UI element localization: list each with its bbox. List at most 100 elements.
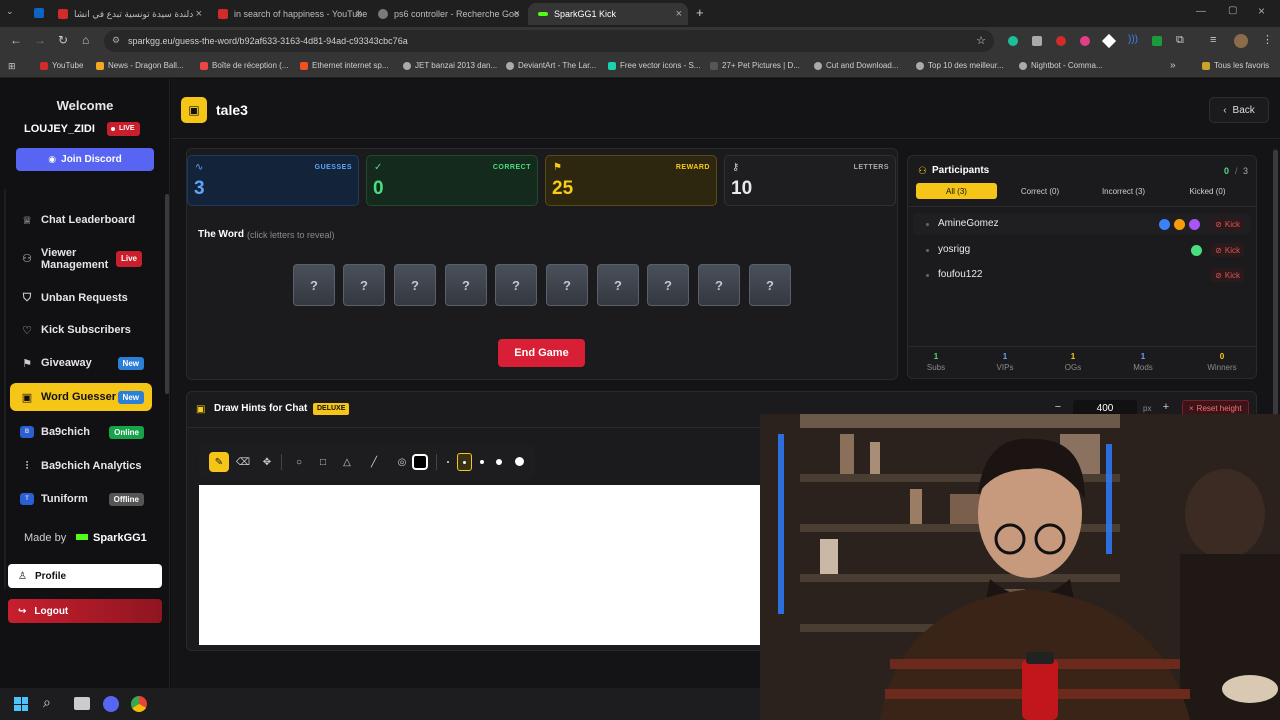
sidebar-item-ba9chich-analytics[interactable]: ⫶ Ba9chich Analytics (10, 452, 152, 480)
extension-icon[interactable] (1056, 36, 1066, 46)
letter-box[interactable]: ? (293, 264, 335, 306)
reload-icon[interactable]: ↻ (58, 33, 68, 47)
letter-box[interactable]: ? (343, 264, 385, 306)
tab-4-active[interactable]: SparkGG1 Kick × (528, 3, 688, 25)
palette-icon[interactable]: ◎ (392, 452, 412, 472)
bookmark-item[interactable]: News - Dragon Ball... (96, 61, 184, 70)
brush-size-lg[interactable] (496, 459, 502, 465)
bookmark-item[interactable]: 27+ Pet Pictures | D... (710, 61, 800, 70)
pencil-tool-icon[interactable]: ✎ (209, 452, 229, 472)
logout-button[interactable]: ↪ Logout (8, 599, 162, 623)
kick-button[interactable]: ⊘ Kick (1211, 217, 1244, 231)
color-swatch[interactable] (412, 454, 428, 470)
participant-row[interactable]: foufou122 ⊘ Kick (913, 264, 1250, 286)
letter-box[interactable]: ? (495, 264, 537, 306)
discord-taskbar-icon[interactable] (103, 696, 119, 712)
site-info-icon[interactable]: ⚙ (112, 35, 120, 46)
sidebar-item-ba9chich[interactable]: B Ba9chich Online (10, 418, 152, 446)
kick-button[interactable]: ⊘ Kick (1211, 268, 1244, 282)
new-tab-icon[interactable]: + (696, 5, 704, 20)
letter-box[interactable]: ? (445, 264, 487, 306)
brush-size-md[interactable] (480, 460, 484, 464)
profile-button[interactable]: ♙ Profile (8, 564, 162, 588)
close-tab-icon[interactable]: × (514, 8, 520, 20)
kick-button[interactable]: ⊘ Kick (1211, 243, 1244, 257)
search-icon[interactable]: ⌕ (43, 694, 51, 711)
brush-size-xs[interactable] (447, 461, 449, 463)
tab-incorrect[interactable]: Incorrect (3) (1083, 183, 1164, 199)
tab-kicked[interactable]: Kicked (0) (1167, 183, 1248, 199)
minimize-icon[interactable]: — (1196, 6, 1206, 17)
triangle-tool-icon[interactable]: △ (337, 452, 357, 472)
more-bookmarks-icon[interactable]: » (1170, 60, 1176, 71)
bookmark-item[interactable]: Ethernet internet sp... (300, 61, 389, 70)
participant-row[interactable]: AmineGomez ⊘ Kick (913, 213, 1250, 235)
extension-icon[interactable] (1008, 36, 1018, 46)
windows-start-icon[interactable] (14, 697, 28, 711)
letter-box[interactable]: ? (749, 264, 791, 306)
bookmark-item[interactable]: Boîte de réception (... (200, 61, 289, 70)
brush-size-xl[interactable] (515, 457, 524, 466)
url-field[interactable]: ⚙ sparkgg.eu/guess-the-word/b92af633-316… (104, 30, 994, 52)
participant-row[interactable]: yosrigg ⊘ Kick (913, 239, 1250, 261)
sidebar-item-word-guesser[interactable]: ▣ Word Guesser New (10, 383, 152, 411)
chrome-taskbar-icon[interactable] (131, 696, 147, 712)
letter-box[interactable]: ? (546, 264, 588, 306)
extension-icon[interactable] (1101, 33, 1117, 49)
sidebar-scrollbar[interactable] (165, 194, 169, 394)
rectangle-tool-icon[interactable]: □ (313, 452, 333, 472)
tab-search-icon[interactable]: ⌄ (6, 6, 14, 17)
tab-2[interactable]: in search of happiness - YouTube × (218, 3, 368, 25)
bookmark-item[interactable]: YouTube (40, 61, 83, 70)
sidebar-item-tuniform[interactable]: T Tuniform Offline (10, 485, 152, 513)
menu-icon[interactable]: ⋮ (1262, 33, 1273, 46)
close-tab-icon[interactable]: × (196, 8, 202, 20)
home-icon[interactable]: ⌂ (82, 33, 89, 47)
forward-arrow-icon[interactable]: → (34, 33, 46, 47)
extensions-puzzle-icon[interactable]: ⧉ (1176, 34, 1184, 47)
end-game-button[interactable]: End Game (498, 339, 585, 367)
bookmark-item[interactable]: Top 10 des meilleur... (916, 61, 1004, 70)
extension-icon[interactable] (1152, 36, 1162, 46)
apps-grid-icon[interactable]: ⊞ (8, 61, 16, 72)
tab-3[interactable]: ps6 controller - Recherche Goo × (378, 3, 526, 25)
reading-list-icon[interactable]: ≡ (1210, 34, 1216, 46)
close-tab-icon[interactable]: × (676, 8, 682, 20)
maximize-icon[interactable]: ▢ (1228, 5, 1237, 16)
join-discord-button[interactable]: ◉ Join Discord (16, 148, 154, 171)
extension-icon[interactable]: ))) (1128, 34, 1138, 45)
close-tab-icon[interactable]: × (356, 8, 362, 20)
bookmark-item[interactable]: Cut and Download... (814, 61, 899, 70)
sidebar-item-giveaway[interactable]: ⚑ Giveaway New (10, 349, 152, 377)
task-view-icon[interactable] (74, 697, 90, 710)
bookmark-star-icon[interactable]: ☆ (976, 34, 986, 47)
sidebar-item-viewer-management[interactable]: ⚇ Viewer Management Live (10, 245, 152, 273)
extension-icon[interactable] (1080, 36, 1090, 46)
linkedin-tab-icon[interactable] (34, 8, 44, 18)
eraser-tool-icon[interactable]: ⌫ (233, 452, 253, 472)
letter-box[interactable]: ? (394, 264, 436, 306)
tab-correct[interactable]: Correct (0) (1000, 183, 1080, 199)
extension-icon[interactable] (1032, 36, 1042, 46)
tab-1[interactable]: دلندة سيدة تونسية تبدع في انشا × (58, 3, 208, 25)
bookmark-item[interactable]: Free vector icons - S... (608, 61, 700, 70)
letter-box[interactable]: ? (698, 264, 740, 306)
profile-avatar[interactable] (1234, 34, 1248, 48)
bookmark-item[interactable]: JET banzai 2013 dan... (403, 61, 497, 70)
sidebar-item-kick-subscribers[interactable]: ♡ Kick Subscribers (10, 316, 152, 344)
all-bookmarks[interactable]: Tous les favoris (1202, 61, 1269, 70)
sidebar-item-unban-requests[interactable]: ⛉ Unban Requests (10, 284, 152, 312)
brush-size-sm-selected[interactable] (457, 453, 472, 471)
drawing-canvas[interactable] (199, 485, 761, 645)
letter-box[interactable]: ? (597, 264, 639, 306)
sidebar-item-chat-leaderboard[interactable]: ♕ Chat Leaderboard (10, 206, 152, 234)
tab-all[interactable]: All (3) (916, 183, 997, 199)
line-tool-icon[interactable]: ╱ (364, 452, 384, 472)
move-tool-icon[interactable]: ✥ (257, 452, 277, 472)
back-arrow-icon[interactable]: ← (10, 33, 22, 47)
circle-tool-icon[interactable]: ○ (289, 452, 309, 472)
close-window-icon[interactable]: × (1258, 4, 1265, 18)
back-button[interactable]: ‹ Back (1209, 97, 1269, 123)
bookmark-item[interactable]: DeviantArt - The Lar... (506, 61, 596, 70)
bookmark-item[interactable]: Nightbot - Comma... (1019, 61, 1103, 70)
